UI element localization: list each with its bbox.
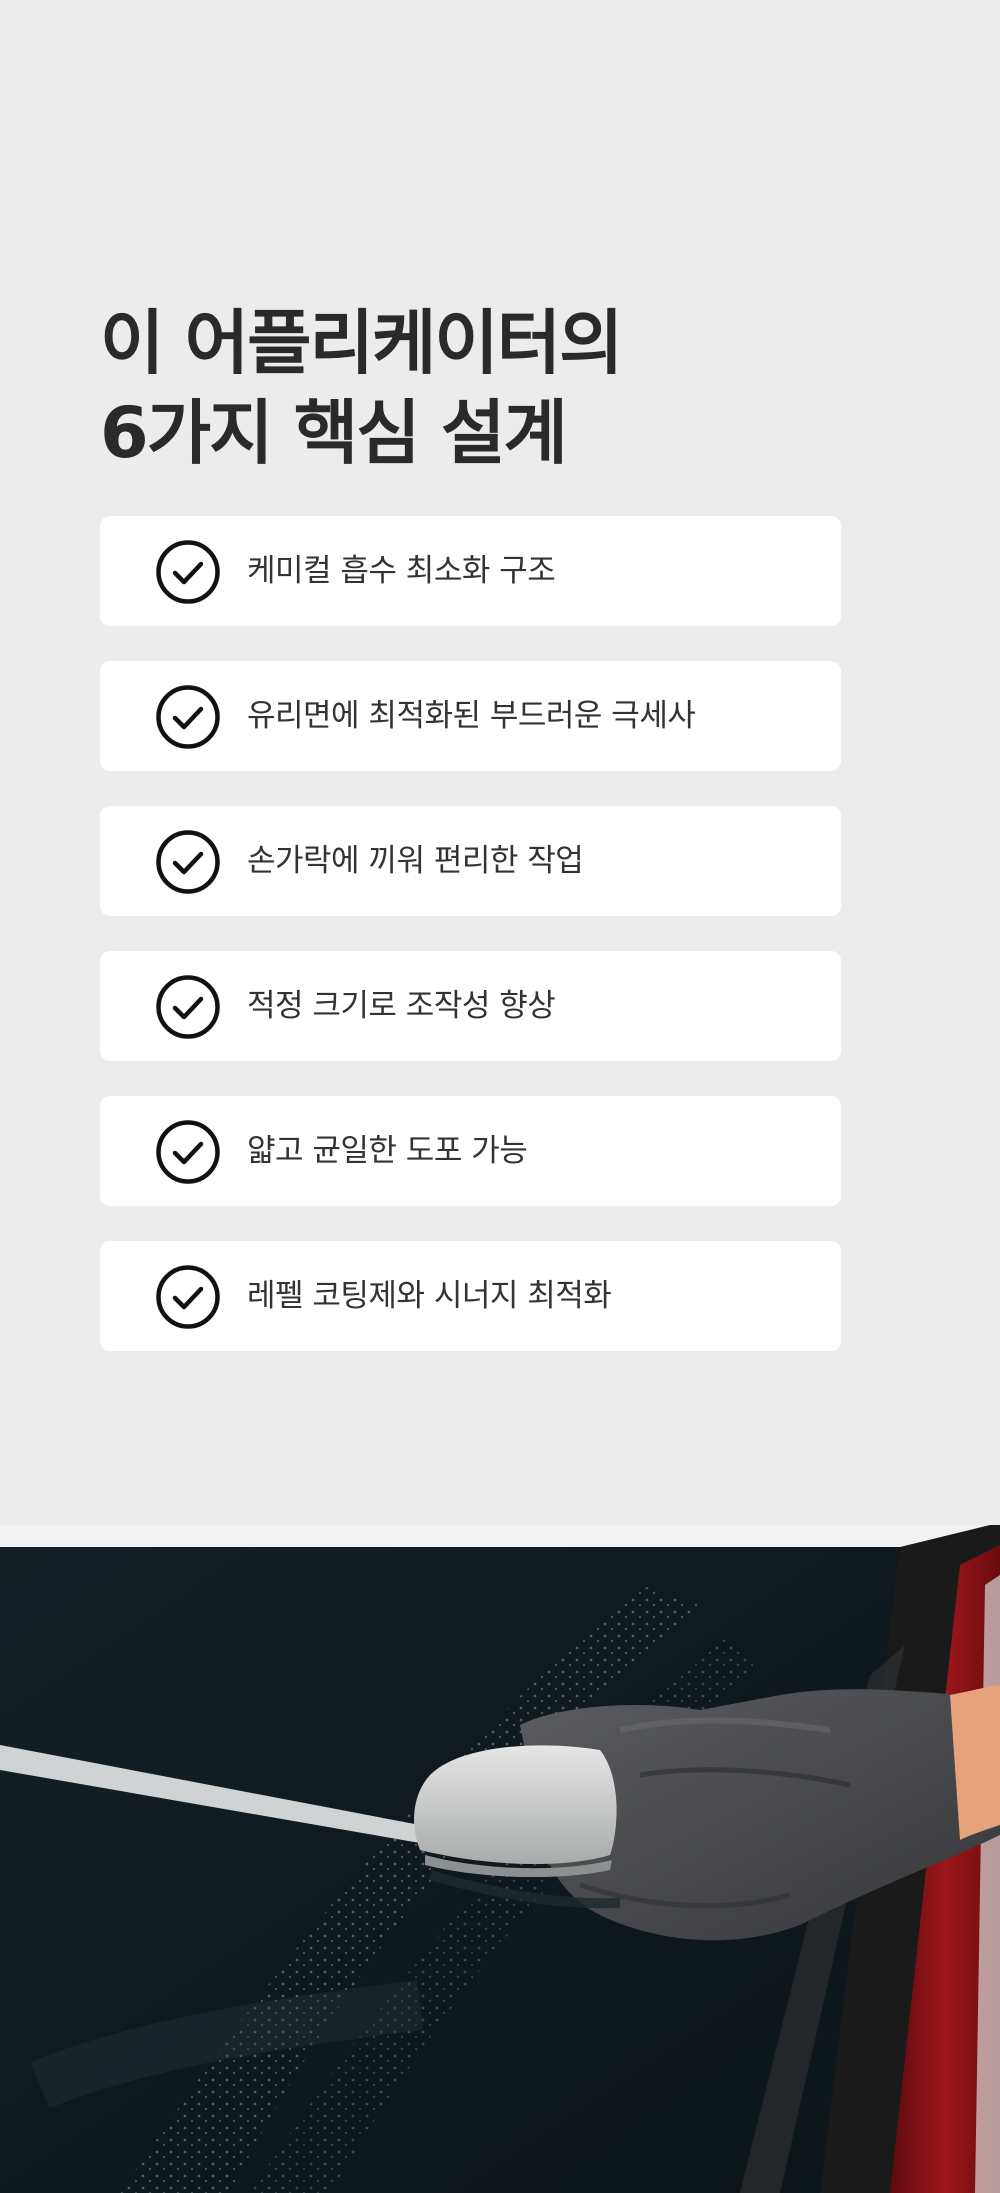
features-section: 이 어플리케이터의 6가지 핵심 설계 케미컬 흡수 최소화 구조 유리면에 최…: [0, 0, 1000, 1525]
check-circle-icon: [156, 1265, 220, 1329]
feature-card: 적정 크기로 조작성 향상: [100, 951, 841, 1061]
feature-card: 얇고 균일한 도포 가능: [100, 1096, 841, 1206]
title-line-1: 이 어플리케이터의: [100, 302, 624, 384]
feature-label: 손가락에 끼워 편리한 작업: [247, 843, 584, 879]
check-circle-icon: [156, 975, 220, 1039]
feature-card: 손가락에 끼워 편리한 작업: [100, 806, 841, 916]
glass-top-edge: [0, 1525, 1000, 1547]
feature-label: 레펠 코팅제와 시너지 최적화: [247, 1278, 612, 1314]
feature-label: 얇고 균일한 도포 가능: [247, 1133, 528, 1169]
product-usage-photo: [0, 1525, 1000, 2193]
gloved-hand-applying-coating-illustration: [0, 1525, 1000, 2193]
feature-label: 케미컬 흡수 최소화 구조: [247, 553, 556, 589]
check-circle-icon: [156, 685, 220, 749]
feature-card: 레펠 코팅제와 시너지 최적화: [100, 1241, 841, 1351]
section-title: 이 어플리케이터의 6가지 핵심 설계: [100, 298, 624, 478]
feature-card: 케미컬 흡수 최소화 구조: [100, 516, 841, 626]
feature-label: 유리면에 최적화된 부드러운 극세사: [247, 698, 696, 734]
check-circle-icon: [156, 1120, 220, 1184]
product-detail-page: 이 어플리케이터의 6가지 핵심 설계 케미컬 흡수 최소화 구조 유리면에 최…: [0, 0, 1000, 2193]
feature-list: 케미컬 흡수 최소화 구조 유리면에 최적화된 부드러운 극세사 손가락에 끼워…: [100, 516, 841, 1386]
feature-label: 적정 크기로 조작성 향상: [247, 988, 556, 1024]
title-line-2: 6가지 핵심 설계: [100, 392, 568, 474]
check-circle-icon: [156, 540, 220, 604]
feature-card: 유리면에 최적화된 부드러운 극세사: [100, 661, 841, 771]
check-circle-icon: [156, 830, 220, 894]
